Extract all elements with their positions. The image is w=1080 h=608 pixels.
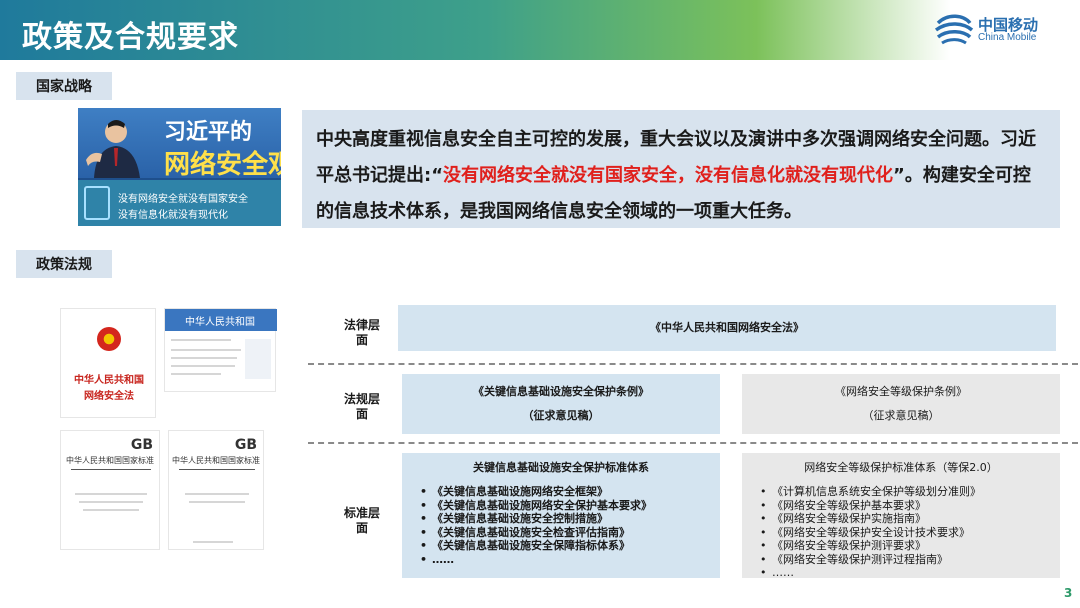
- strategy-statement: 中央高度重视信息安全自主可控的发展，重大会议以及演讲中多次强调网络安全问题。习近…: [302, 110, 1060, 228]
- government-website-screenshot: 中华人民共和国: [164, 308, 277, 392]
- law-cover-title-line2: 网络安全法: [84, 391, 134, 402]
- list-item: 《网络安全等级保护测评要求》: [760, 539, 981, 553]
- regulation-box-classified: 《网络安全等级保护条例》 （征求意见稿）: [742, 374, 1060, 434]
- gb-org-text: 中华人民共和国国家标准: [66, 456, 154, 465]
- website-header: 中华人民共和国: [165, 309, 277, 331]
- divider-law-regulation: [308, 363, 1078, 365]
- law-item: 《中华人民共和国网络安全法》: [650, 321, 804, 334]
- regulation-cii-title: 《关键信息基础设施安全保护条例》: [473, 385, 649, 398]
- website-header-text: 中华人民共和国: [185, 317, 255, 328]
- list-item: ……: [420, 553, 652, 567]
- rule-line: [71, 469, 151, 470]
- standard-box-classified: 网络安全等级保护标准体系（等保2.0） 《计算机信息系统安全保护等级划分准则》《…: [742, 453, 1060, 580]
- list-item: 《网络安全等级保护基本要求》: [760, 499, 981, 513]
- china-mobile-logo: 中国移动 China Mobile: [934, 13, 1074, 47]
- standard-classified-title: 网络安全等级保护标准体系（等保2.0）: [804, 461, 998, 474]
- speaker-portrait-icon: [86, 120, 140, 178]
- text-line: [75, 493, 147, 495]
- list-item: 《关键信息基础设施网络安全框架》: [420, 485, 652, 499]
- text-line: [79, 501, 143, 503]
- national-emblem-icon: [97, 327, 121, 351]
- list-item: 《关键信息基础设施安全控制措施》: [420, 512, 652, 526]
- national-standard-cover-1: GB 中华人民共和国国家标准: [60, 430, 160, 550]
- text-line: [171, 357, 237, 359]
- level-label-law: 法律层面: [344, 318, 381, 347]
- standard-box-cii: 关键信息基础设施安全保护标准体系 《关键信息基础设施网络安全框架》《关键信息基础…: [402, 453, 720, 578]
- banner-title-line2: 网络安全观: [164, 150, 281, 180]
- cybersecurity-banner-image: 习近平的 网络安全观 没有网络安全就没有国家安全 没有信息化就没有现代化: [78, 108, 281, 226]
- china-mobile-logo-icon: [934, 14, 974, 45]
- list-item: ……: [760, 566, 981, 580]
- level-label-regulation: 法规层面: [344, 392, 381, 421]
- tablet-icon: [84, 186, 110, 220]
- level-label-standard: 标准层面: [344, 506, 381, 535]
- text-line: [193, 541, 233, 543]
- text-line: [171, 349, 241, 351]
- law-box: 《中华人民共和国网络安全法》: [398, 305, 1056, 351]
- gb-org-text: 中华人民共和国国家标准: [172, 456, 260, 465]
- list-item: 《网络安全等级保护安全设计技术要求》: [760, 526, 981, 540]
- standard-cii-title: 关键信息基础设施安全保护标准体系: [473, 461, 649, 474]
- list-item: 《网络安全等级保护测评过程指南》: [760, 553, 981, 567]
- statement-highlight: 没有网络安全就没有国家安全，没有信息化就没有现代化: [443, 165, 894, 186]
- section-label-strategy: 国家战略: [16, 72, 112, 100]
- standard-cii-list: 《关键信息基础设施网络安全框架》《关键信息基础设施网络安全保护基本要求》《关键信…: [420, 485, 652, 566]
- rule-line: [179, 469, 255, 470]
- text-line: [171, 339, 231, 341]
- text-line: [83, 509, 139, 511]
- banner-title-line1: 习近平的: [164, 120, 253, 145]
- list-item: 《关键信息基础设施网络安全保护基本要求》: [420, 499, 652, 513]
- banner-quote-line2: 没有信息化就没有现代化: [118, 210, 228, 221]
- logo-text-en: China Mobile: [978, 32, 1037, 43]
- text-line: [189, 501, 245, 503]
- section-label-policy: 政策法规: [16, 250, 112, 278]
- banner-quote-line1: 没有网络安全就没有国家安全: [118, 194, 248, 205]
- sidebar-block: [245, 339, 271, 379]
- national-standard-cover-2: GB 中华人民共和国国家标准: [168, 430, 264, 550]
- standard-classified-list: 《计算机信息系统安全保护等级划分准则》《网络安全等级保护基本要求》《网络安全等级…: [760, 485, 981, 580]
- list-item: 《网络安全等级保护实施指南》: [760, 512, 981, 526]
- gb-logo: GB: [234, 437, 257, 453]
- gb-logo: GB: [130, 437, 153, 453]
- list-item: 《关键信息基础设施安全保障指标体系》: [420, 539, 652, 553]
- regulation-cii-note: （征求意见稿）: [522, 409, 600, 422]
- list-item: 《计算机信息系统安全保护等级划分准则》: [760, 485, 981, 499]
- policy-document-thumbnails: 中华人民共和国 网络安全法 中华人民共和国 GB 中华人民共和国国家标准 GB …: [60, 300, 280, 560]
- divider-regulation-standard: [308, 442, 1078, 444]
- text-line: [185, 493, 249, 495]
- page-number: 3: [1064, 586, 1073, 600]
- page-title: 政策及合规要求: [22, 20, 239, 55]
- list-item: 《关键信息基础设施安全检查评估指南》: [420, 526, 652, 540]
- policy-levels-diagram: 法律层面 《中华人民共和国网络安全法》 法规层面 《关键信息基础设施安全保护条例…: [300, 300, 1080, 590]
- regulation-classified-title: 《网络安全等级保护条例》: [835, 385, 967, 398]
- law-cover-title-line1: 中华人民共和国: [74, 375, 144, 386]
- regulation-classified-note: （征求意见稿）: [862, 409, 940, 422]
- cybersecurity-law-cover: 中华人民共和国 网络安全法: [60, 308, 156, 418]
- text-line: [171, 365, 235, 367]
- text-line: [171, 373, 221, 375]
- regulation-box-cii: 《关键信息基础设施安全保护条例》 （征求意见稿）: [402, 374, 720, 434]
